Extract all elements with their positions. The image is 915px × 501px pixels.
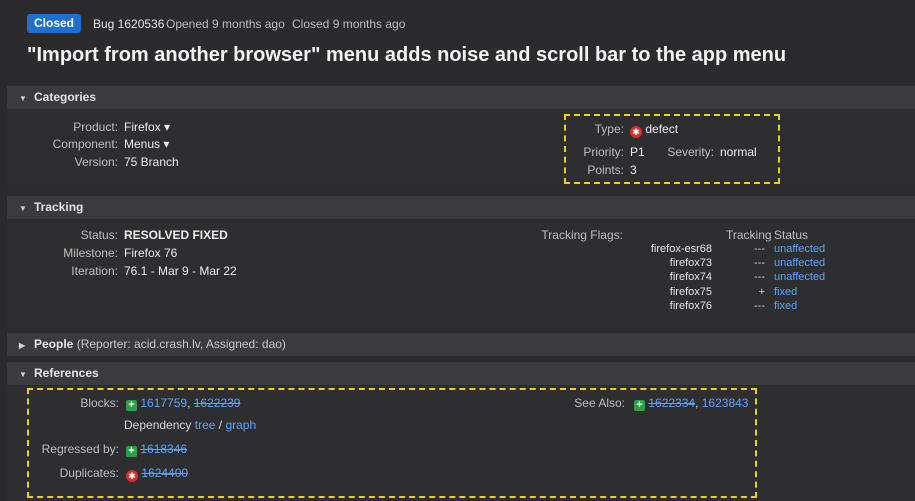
col-tracking-header: Tracking — [726, 228, 772, 242]
component-value[interactable]: Menus ▾ — [124, 137, 169, 151]
closed-time: Closed 9 months ago — [292, 17, 406, 31]
product-value[interactable]: Firefox ▾ — [124, 120, 170, 134]
version-label: Version: — [74, 155, 118, 169]
bug-id-link[interactable]: Bug 1620536 — [93, 17, 164, 31]
flag-name: firefox73 — [669, 257, 712, 269]
flag-name: firefox74 — [669, 271, 712, 283]
chevron-down-icon: ▼ — [19, 94, 27, 103]
section-title: References — [34, 366, 99, 380]
flag-tracking: + — [758, 286, 765, 298]
component-label: Component: — [52, 137, 118, 151]
flag-status[interactable]: unaffected — [774, 243, 825, 255]
section-references-header[interactable]: ▼ References — [7, 362, 915, 385]
flag-name: firefox75 — [669, 286, 712, 298]
flag-tracking: --- — [754, 300, 765, 312]
bug-title: "Import from another browser" menu adds … — [27, 44, 787, 66]
status-value: RESOLVED FIXED — [124, 228, 228, 242]
flag-status[interactable]: unaffected — [774, 271, 825, 283]
product-label: Product: — [73, 120, 118, 134]
flag-tracking: --- — [754, 243, 765, 255]
section-people-header[interactable]: ▶ People (Reporter: acid.crash.lv, Assign… — [7, 333, 915, 356]
people-summary: (Reporter: acid.crash.lv, Assigned: dao) — [76, 337, 286, 351]
col-status-header: Status — [774, 228, 809, 242]
status-badge: Closed — [27, 14, 82, 33]
flag-name: firefox-esr68 — [650, 243, 712, 255]
tracking-flags-label: Tracking Flags: — [541, 228, 623, 242]
tracking-flags-table: firefox-esr68 --- unaffected firefox73 -… — [7, 243, 915, 323]
flag-status[interactable]: fixed — [774, 300, 797, 312]
section-title: Categories — [34, 90, 97, 104]
chevron-down-icon: ▼ — [19, 204, 27, 213]
status-label: Status: — [80, 228, 118, 242]
version-value: 75 Branch — [124, 155, 179, 169]
flag-status[interactable]: unaffected — [774, 257, 825, 269]
section-title: Tracking — [34, 200, 84, 214]
section-categories-header[interactable]: ▼ Categories — [7, 86, 915, 109]
highlight-box — [564, 114, 780, 184]
section-title: People — [34, 337, 74, 351]
opened-time: Opened 9 months ago — [166, 17, 285, 31]
flag-status[interactable]: fixed — [774, 286, 797, 298]
section-tracking-body: Status: RESOLVED FIXED Milestone: Firefo… — [7, 220, 915, 326]
flag-name: firefox76 — [669, 300, 712, 312]
section-tracking-header[interactable]: ▼ Tracking — [7, 196, 915, 219]
chevron-right-icon: ▶ — [19, 341, 26, 350]
flag-tracking: --- — [754, 271, 765, 283]
bug-header: Closed Bug 1620536 Opened 9 months ago C… — [0, 0, 915, 80]
chevron-down-icon: ▼ — [19, 370, 27, 379]
highlight-box — [27, 388, 757, 498]
flag-tracking: --- — [754, 257, 765, 269]
